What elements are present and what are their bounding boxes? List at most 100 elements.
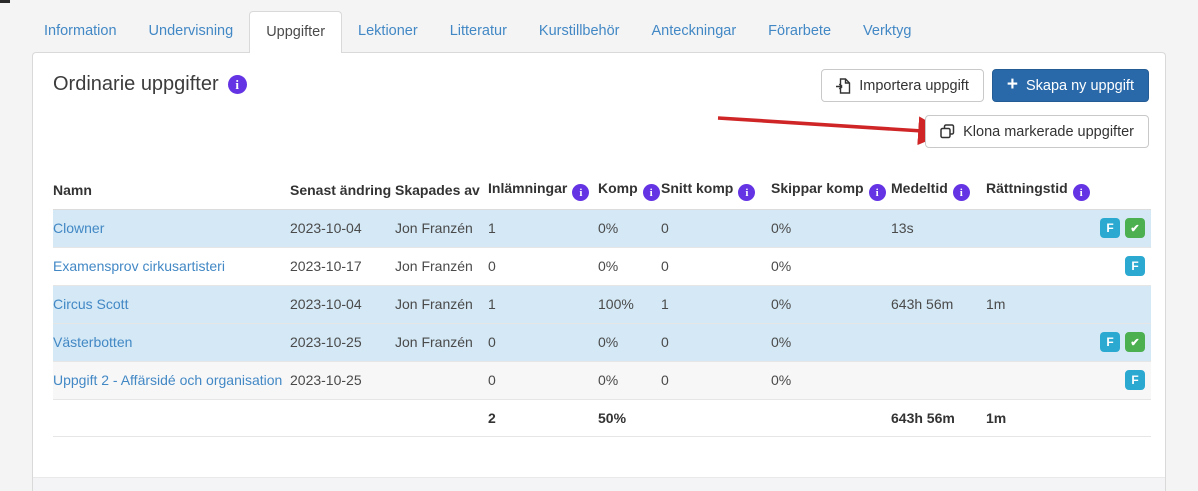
clone-icon (940, 124, 955, 139)
rattningstid-cell (986, 323, 1089, 361)
snitt-komp-cell: 0 (661, 209, 771, 247)
submissions-cell: 0 (488, 323, 598, 361)
clone-selected-button[interactable]: Klona markerade uppgifter (925, 115, 1149, 148)
medeltid-cell: 643h 56m (891, 285, 986, 323)
tab-litteratur[interactable]: Litteratur (434, 11, 523, 52)
assignment-link[interactable]: Uppgift 2 - Affärsidé och organisation (53, 372, 282, 388)
tab-information[interactable]: Information (28, 11, 133, 52)
check-badge: ✔ (1125, 332, 1145, 352)
skippar-komp-cell: 0% (771, 285, 891, 323)
table-header-row: Namn Senast ändring Skapades av Inlämnin… (53, 172, 1151, 209)
assignment-link[interactable]: Västerbotten (53, 334, 132, 350)
submissions-cell: 1 (488, 285, 598, 323)
tab-kurstillbehor[interactable]: Kurstillbehör (523, 11, 636, 52)
col-namn: Namn (53, 172, 290, 209)
create-button-label: Skapa ny uppgift (1026, 78, 1134, 94)
info-icon[interactable]: i (953, 184, 970, 201)
submissions-cell: 0 (488, 361, 598, 399)
rattningstid-cell: 1m (986, 285, 1089, 323)
assignment-link[interactable]: Examensprov cirkusartisteri (53, 258, 225, 274)
komp-cell: 0% (598, 361, 661, 399)
komp-cell: 0% (598, 209, 661, 247)
komp-cell: 100% (598, 285, 661, 323)
submissions-cell: 1 (488, 209, 598, 247)
medeltid-cell: 13s (891, 209, 986, 247)
table-row: Västerbotten 2023-10-25 Jon Franzén 0 0%… (53, 323, 1151, 361)
submissions-cell: 0 (488, 247, 598, 285)
summary-komp: 50% (598, 399, 661, 436)
tab-lektioner[interactable]: Lektioner (342, 11, 434, 52)
col-skapades-av: Skapades av (395, 172, 488, 209)
snitt-komp-cell: 1 (661, 285, 771, 323)
rattningstid-cell (986, 247, 1089, 285)
col-medeltid: Medeltidi (891, 172, 986, 209)
col-snitt-komp: Snitt kompi (661, 172, 771, 209)
rattningstid-cell (986, 361, 1089, 399)
komp-cell: 0% (598, 247, 661, 285)
table-row: Circus Scott 2023-10-04 Jon Franzén 1 10… (53, 285, 1151, 323)
tab-uppgifter[interactable]: Uppgifter (249, 11, 342, 53)
summary-row: 2 50% 643h 56m 1m (53, 399, 1151, 436)
tab-verktyg[interactable]: Verktyg (847, 11, 927, 52)
summary-submissions: 2 (488, 399, 598, 436)
skippar-komp-cell: 0% (771, 247, 891, 285)
snitt-komp-cell: 0 (661, 361, 771, 399)
col-badges (1089, 172, 1151, 209)
panel-header: Ordinarie uppgifter i Importera uppgift … (33, 53, 1165, 102)
created-by-cell: Jon Franzén (395, 209, 488, 247)
snitt-komp-cell: 0 (661, 247, 771, 285)
check-badge: ✔ (1125, 218, 1145, 238)
formative-badge: F (1125, 256, 1145, 276)
last-change-cell: 2023-10-25 (290, 361, 395, 399)
tab-undervisning[interactable]: Undervisning (133, 11, 250, 52)
clone-button-label: Klona markerade uppgifter (963, 124, 1134, 140)
page-title: Ordinarie uppgifter (53, 73, 219, 96)
import-icon (836, 78, 851, 94)
created-by-cell (395, 361, 488, 399)
create-assignment-button[interactable]: + Skapa ny uppgift (992, 69, 1149, 102)
medeltid-cell (891, 247, 986, 285)
col-inlamningar: Inlämningari (488, 172, 598, 209)
skippar-komp-cell: 0% (771, 361, 891, 399)
import-assignment-button[interactable]: Importera uppgift (821, 69, 984, 102)
table-footer-strip (33, 477, 1165, 491)
col-rattningstid: Rättningstidi (986, 172, 1089, 209)
col-skippar-komp: Skippar kompi (771, 172, 891, 209)
summary-medeltid: 643h 56m (891, 399, 986, 436)
tab-anteckningar[interactable]: Anteckningar (636, 11, 753, 52)
assignment-link[interactable]: Circus Scott (53, 296, 128, 312)
last-change-cell: 2023-10-25 (290, 323, 395, 361)
komp-cell: 0% (598, 323, 661, 361)
info-icon[interactable]: i (643, 184, 660, 201)
info-icon[interactable]: i (738, 184, 755, 201)
info-icon[interactable]: i (572, 184, 589, 201)
snitt-komp-cell: 0 (661, 323, 771, 361)
tab-bar: Information Undervisning Uppgifter Lekti… (0, 0, 1198, 52)
info-icon[interactable]: i (869, 184, 886, 201)
summary-rattningstid: 1m (986, 399, 1089, 436)
plus-icon: + (1007, 75, 1018, 94)
last-change-cell: 2023-10-04 (290, 209, 395, 247)
tab-forarbete[interactable]: Förarbete (752, 11, 847, 52)
medeltid-cell (891, 361, 986, 399)
info-icon[interactable]: i (228, 75, 247, 94)
last-change-cell: 2023-10-04 (290, 285, 395, 323)
last-change-cell: 2023-10-17 (290, 247, 395, 285)
annotation-arrow (688, 111, 958, 145)
col-senast-andring: Senast ändring (290, 172, 395, 209)
assignments-panel: Ordinarie uppgifter i Importera uppgift … (32, 52, 1166, 491)
created-by-cell: Jon Franzén (395, 323, 488, 361)
info-icon[interactable]: i (1073, 184, 1090, 201)
rattningstid-cell (986, 209, 1089, 247)
assignment-link[interactable]: Clowner (53, 220, 104, 236)
import-button-label: Importera uppgift (859, 78, 969, 94)
formative-badge: F (1100, 218, 1120, 238)
created-by-cell: Jon Franzén (395, 247, 488, 285)
col-komp: Kompi (598, 172, 661, 209)
formative-badge: F (1125, 370, 1145, 390)
screenshot-artifact (0, 0, 10, 3)
table-row: Uppgift 2 - Affärsidé och organisation 2… (53, 361, 1151, 399)
skippar-komp-cell: 0% (771, 323, 891, 361)
created-by-cell: Jon Franzén (395, 285, 488, 323)
assignments-table: Namn Senast ändring Skapades av Inlämnin… (53, 172, 1151, 437)
